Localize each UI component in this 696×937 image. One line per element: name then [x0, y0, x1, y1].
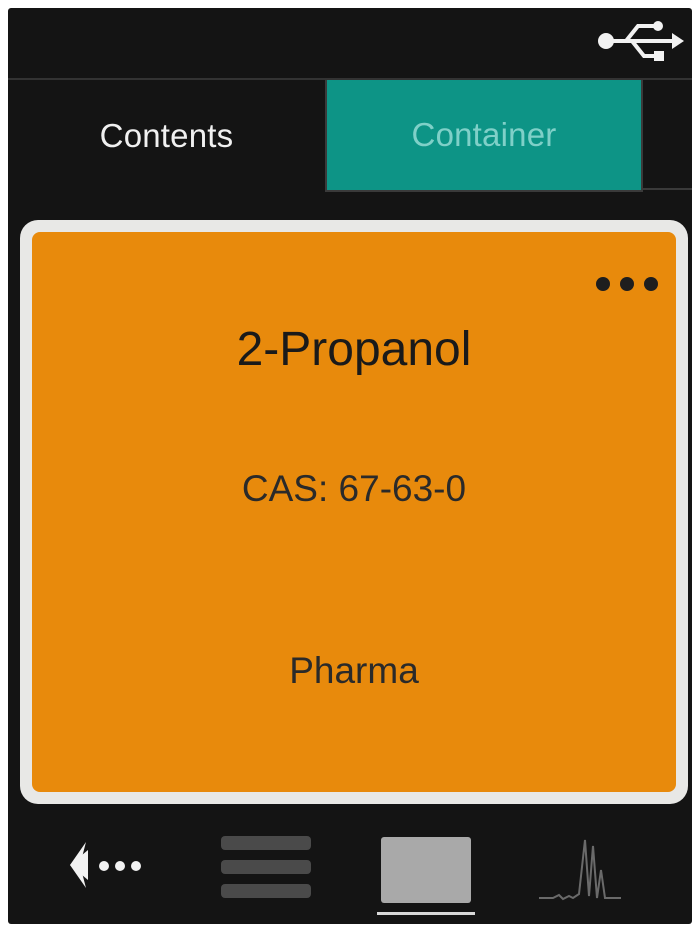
tab-container[interactable]: Container: [325, 80, 643, 192]
tab-contents[interactable]: Contents: [8, 80, 325, 192]
list-bar: [221, 836, 311, 850]
bottom-nav-bar: [8, 808, 692, 924]
card-view-button[interactable]: [373, 820, 483, 915]
category-label: Pharma: [289, 650, 419, 691]
list-view-button[interactable]: [213, 820, 323, 910]
back-button[interactable]: [58, 820, 158, 910]
dot: [596, 277, 610, 291]
spectrum-icon: [539, 839, 621, 901]
spectrum-view-button[interactable]: [533, 820, 633, 910]
usb-icon: [598, 21, 684, 61]
active-view-indicator: [377, 912, 475, 915]
substance-card[interactable]: 2-Propanol CAS: 67-63-0 Pharma: [32, 232, 676, 792]
list-bar: [221, 860, 311, 874]
substance-card-frame: 2-Propanol CAS: 67-63-0 Pharma: [20, 220, 688, 804]
tab-divider: [643, 188, 692, 190]
cas-number: CAS: 67-63-0: [241, 468, 467, 509]
more-dots-icon[interactable]: [596, 276, 658, 292]
list-view-icon: [213, 820, 323, 910]
substance-name: 2-Propanol: [236, 323, 472, 376]
dot: [620, 277, 634, 291]
device-screen: Contents Container 2-Propanol CAS: 67-63…: [8, 8, 692, 924]
status-bar: [8, 8, 692, 76]
back-arrow-icon: [70, 842, 141, 888]
list-bar: [221, 884, 311, 898]
tab-bar: Contents Container: [8, 78, 692, 194]
dot: [644, 277, 658, 291]
card-view-icon: [381, 837, 471, 903]
